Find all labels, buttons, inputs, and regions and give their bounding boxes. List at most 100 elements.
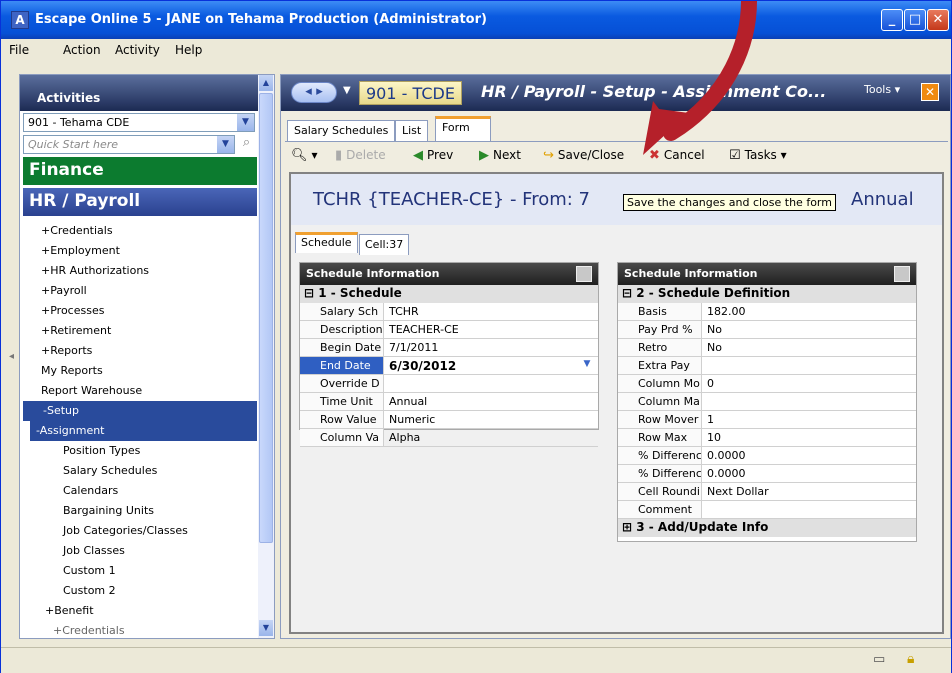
- category-finance[interactable]: Finance: [23, 157, 257, 185]
- category-hr-payroll[interactable]: HR / Payroll: [23, 188, 257, 216]
- lock-icon[interactable]: 🔒︎: [907, 651, 914, 667]
- field-row[interactable]: Comment: [618, 501, 916, 519]
- tools-menu[interactable]: Tools ▾: [864, 83, 900, 96]
- tree-item-benefit[interactable]: +Benefit: [23, 601, 257, 621]
- form-close-icon[interactable]: ✕: [921, 83, 939, 101]
- field-row[interactable]: Cell Roundi Next Dollar: [618, 483, 916, 501]
- preview-button[interactable]: 🔍︎ ▾: [291, 148, 318, 163]
- quick-start-input[interactable]: Quick Start here ▼: [23, 135, 235, 154]
- field-row[interactable]: Override D: [300, 375, 598, 393]
- section-schedule[interactable]: ⊟ 1 - Schedule: [300, 285, 598, 303]
- search-icon[interactable]: ⌕: [238, 135, 255, 154]
- save-close-button[interactable]: ↪ Save/Close: [543, 148, 624, 163]
- field-row[interactable]: Row Value Numeric: [300, 411, 598, 429]
- section-definition[interactable]: ⊟ 2 - Schedule Definition: [618, 285, 916, 303]
- menu-action[interactable]: Action: [63, 43, 101, 57]
- tree-item-credentials[interactable]: +Credentials: [23, 221, 257, 241]
- maximize-button[interactable]: □: [904, 9, 926, 31]
- field-row[interactable]: Extra Pay: [618, 357, 916, 375]
- tree-item-bargaining-units[interactable]: Bargaining Units: [23, 501, 257, 521]
- field-row[interactable]: Time Unit Annual: [300, 393, 598, 411]
- field-row[interactable]: Salary Sch TCHR: [300, 303, 598, 321]
- scroll-up-icon[interactable]: ▲: [259, 75, 273, 91]
- field-row[interactable]: Basis 182.00: [618, 303, 916, 321]
- prev-button[interactable]: ◀ Prev: [413, 148, 453, 163]
- tree-item-payroll[interactable]: +Payroll: [23, 281, 257, 301]
- field-value: 1: [707, 413, 714, 426]
- field-label: Begin Date: [300, 339, 384, 356]
- field-row[interactable]: Row Max 10: [618, 429, 916, 447]
- chevron-down-icon[interactable]: ▼: [580, 359, 594, 373]
- tree-item-setup[interactable]: -Setup: [23, 401, 257, 421]
- field-row-selected[interactable]: End Date 6/30/2012 ▼: [300, 357, 598, 375]
- title-bar[interactable]: A Escape Online 5 - JANE on Tehama Produ…: [1, 1, 951, 39]
- field-row[interactable]: Pay Prd % No: [618, 321, 916, 339]
- tree-item-assignment[interactable]: -Assignment: [29, 421, 257, 441]
- field-row[interactable]: Column Ma: [618, 393, 916, 411]
- tree-item-job-categories[interactable]: Job Categories/Classes: [23, 521, 257, 541]
- cancel-button[interactable]: ✖ Cancel: [649, 148, 705, 163]
- field-row[interactable]: Begin Date 7/1/2011: [300, 339, 598, 357]
- tree-item-processes[interactable]: +Processes: [23, 301, 257, 321]
- tree-item-custom-2[interactable]: Custom 2: [23, 581, 257, 601]
- tab-salary-schedules[interactable]: Salary Schedules: [287, 120, 396, 141]
- next-arrow-icon: ▶: [479, 148, 489, 163]
- card-icon[interactable]: ▭: [873, 652, 885, 667]
- tasks-button[interactable]: ☑ Tasks ▾: [729, 148, 787, 163]
- field-row[interactable]: Description TEACHER-CE: [300, 321, 598, 339]
- scroll-down-icon[interactable]: ▼: [259, 620, 273, 636]
- field-row[interactable]: Column Va Alpha: [300, 429, 598, 447]
- scrollbar-thumb[interactable]: [259, 93, 273, 543]
- field-row[interactable]: Row Mover 1: [618, 411, 916, 429]
- section-add-update[interactable]: ⊞ 3 - Add/Update Info: [618, 519, 916, 537]
- tree-item-position-types[interactable]: Position Types: [23, 441, 257, 461]
- field-label: Column Ma: [618, 393, 702, 410]
- next-button[interactable]: ▶ Next: [479, 148, 521, 163]
- district-select[interactable]: 901 - Tehama CDE ▼: [23, 113, 255, 132]
- nav-dropdown-icon[interactable]: ▼: [343, 85, 351, 96]
- tree-item-reports[interactable]: +Reports: [23, 341, 257, 361]
- tab-form[interactable]: Form: [435, 116, 491, 141]
- field-row[interactable]: % Differenc 0.0000: [618, 447, 916, 465]
- menu-activity[interactable]: Activity: [115, 43, 160, 57]
- menu-help[interactable]: Help: [175, 43, 202, 57]
- close-button[interactable]: ✕: [927, 9, 949, 31]
- field-value: 0.0000: [707, 449, 746, 462]
- tree-item-calendars[interactable]: Calendars: [23, 481, 257, 501]
- menu-file[interactable]: File: [9, 43, 29, 57]
- tab-cell[interactable]: Cell:37: [359, 234, 410, 255]
- field-row[interactable]: % Differenc 0.0000: [618, 465, 916, 483]
- field-label: Basis: [618, 303, 702, 320]
- activities-scrollbar[interactable]: ▲ ▼: [258, 75, 274, 638]
- tree-item-report-warehouse[interactable]: Report Warehouse: [23, 381, 257, 401]
- pane-splitter-handle[interactable]: ◂: [9, 351, 17, 365]
- field-label: % Differenc: [618, 465, 702, 482]
- tree-item-salary-schedules[interactable]: Salary Schedules: [23, 461, 257, 481]
- tree-item-retirement[interactable]: +Retirement: [23, 321, 257, 341]
- definition-panel-title: Schedule Information: [624, 267, 758, 280]
- delete-button[interactable]: ▮ Delete: [335, 148, 386, 163]
- chevron-down-icon[interactable]: ▼: [217, 136, 234, 153]
- field-label: End Date: [300, 357, 384, 374]
- field-label: Column Mo: [618, 375, 702, 392]
- tree-item-job-classes[interactable]: Job Classes: [23, 541, 257, 561]
- field-label: Salary Sch: [300, 303, 384, 320]
- back-forward-icon[interactable]: ◂ ▸: [291, 82, 337, 103]
- tab-schedule[interactable]: Schedule: [295, 232, 358, 253]
- field-row[interactable]: Retro No: [618, 339, 916, 357]
- minimize-button[interactable]: _: [881, 9, 903, 31]
- collapse-icon[interactable]: [894, 266, 910, 282]
- save-close-label: Save/Close: [557, 148, 625, 162]
- tree-item-employment[interactable]: +Employment: [23, 241, 257, 261]
- tree-item-my-reports[interactable]: My Reports: [23, 361, 257, 381]
- field-label: Description: [300, 321, 384, 338]
- tree-item-hr-authorizations[interactable]: +HR Authorizations: [23, 261, 257, 281]
- chevron-down-icon[interactable]: ▼: [237, 114, 254, 131]
- tab-list[interactable]: List: [395, 120, 429, 141]
- tree-item-credentials-sub[interactable]: +Credentials: [23, 621, 257, 638]
- tree-item-custom-1[interactable]: Custom 1: [23, 561, 257, 581]
- end-date-input[interactable]: 6/30/2012: [387, 357, 456, 374]
- definition-panel: Schedule Information ⊟ 2 - Schedule Defi…: [617, 262, 917, 542]
- collapse-icon[interactable]: [576, 266, 592, 282]
- field-row[interactable]: Column Mo 0: [618, 375, 916, 393]
